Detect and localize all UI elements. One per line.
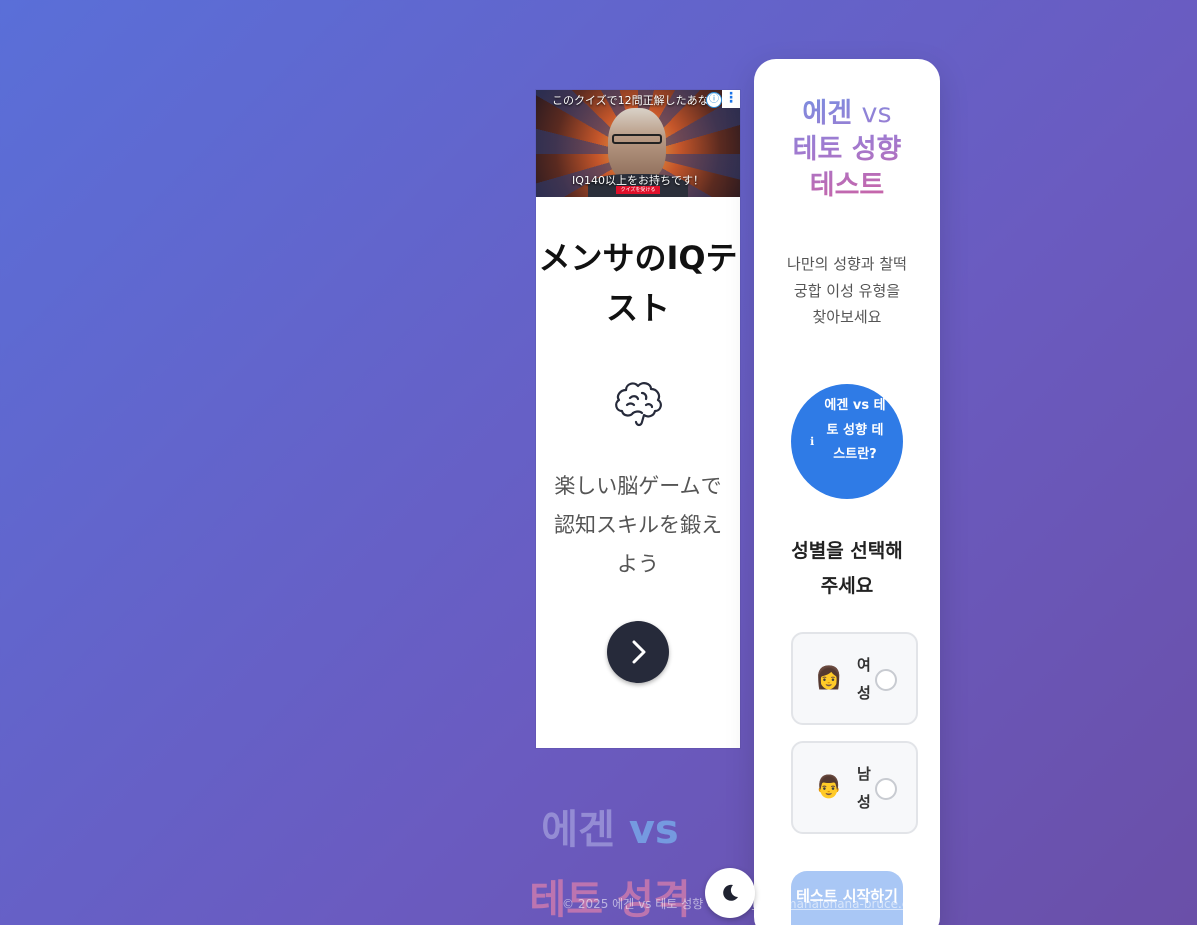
gender-heading: 성별을 선택해주세요 bbox=[791, 540, 903, 597]
footer-link[interactable]: tests.mahalohana-bruce.com bbox=[752, 897, 928, 911]
male-radio[interactable] bbox=[875, 778, 897, 800]
gender-option-female[interactable]: 👩 여성 bbox=[791, 632, 918, 725]
chevron-right-icon bbox=[632, 640, 646, 664]
about-test-label: 에겐 vs 테토 성향 테스트란? bbox=[824, 398, 886, 462]
portrait-face bbox=[608, 108, 666, 182]
ad-next-button[interactable] bbox=[607, 621, 669, 683]
ad-info-icon[interactable]: ⓘ bbox=[706, 92, 722, 108]
theme-toggle-button[interactable] bbox=[705, 868, 755, 918]
ad-banner-headline: このクイズで12問正解したあなた bbox=[552, 94, 720, 107]
gender-label-male: 남성 bbox=[857, 765, 871, 811]
title-part1: 에겐 bbox=[802, 98, 853, 129]
man-icon: 👨 bbox=[815, 775, 843, 800]
gender-label-female: 여성 bbox=[857, 656, 871, 702]
ad-title[interactable]: メンサのIQテスト bbox=[536, 233, 740, 333]
background-title-vs: vs bbox=[628, 807, 679, 853]
test-card: 에겐 vs 테토 성향 테스트 나만의 성향과 찰떡궁합 이성 유형을 찾아보세… bbox=[754, 59, 940, 925]
ad-banner-cta[interactable]: クイズを受ける bbox=[616, 186, 660, 194]
portrait-glasses bbox=[612, 134, 662, 144]
advertisement[interactable]: このクイズで12問正解したあなた IQ140以上をお持ちです！ クイズを受ける … bbox=[536, 90, 740, 748]
title-part2: 테토 성향 테스트 bbox=[792, 134, 902, 201]
female-radio[interactable] bbox=[875, 669, 897, 691]
gender-option-male[interactable]: 👨 남성 bbox=[791, 741, 918, 834]
ad-banner-image[interactable]: このクイズで12問正解したあなた IQ140以上をお持ちです！ クイズを受ける … bbox=[536, 90, 740, 197]
brain-icon bbox=[610, 378, 666, 430]
ad-menu-icon[interactable]: ⋮ bbox=[722, 90, 740, 108]
woman-icon: 👩 bbox=[815, 666, 843, 691]
moon-icon bbox=[723, 884, 738, 901]
background-title-part1: 에겐 bbox=[541, 807, 615, 853]
about-test-button[interactable]: ℹ 에겐 vs 테토 성향 테스트란? bbox=[791, 384, 903, 499]
info-icon: ℹ bbox=[810, 435, 815, 448]
page-subtitle: 나만의 성향과 찰떡궁합 이성 유형을 찾아보세요 bbox=[787, 255, 907, 326]
ad-description: 楽しい脳ゲームで認知スキルを鍛えよう bbox=[554, 474, 722, 576]
page-title: 에겐 vs 테토 성향 테스트 bbox=[788, 96, 906, 204]
title-vs: vs bbox=[861, 98, 892, 129]
